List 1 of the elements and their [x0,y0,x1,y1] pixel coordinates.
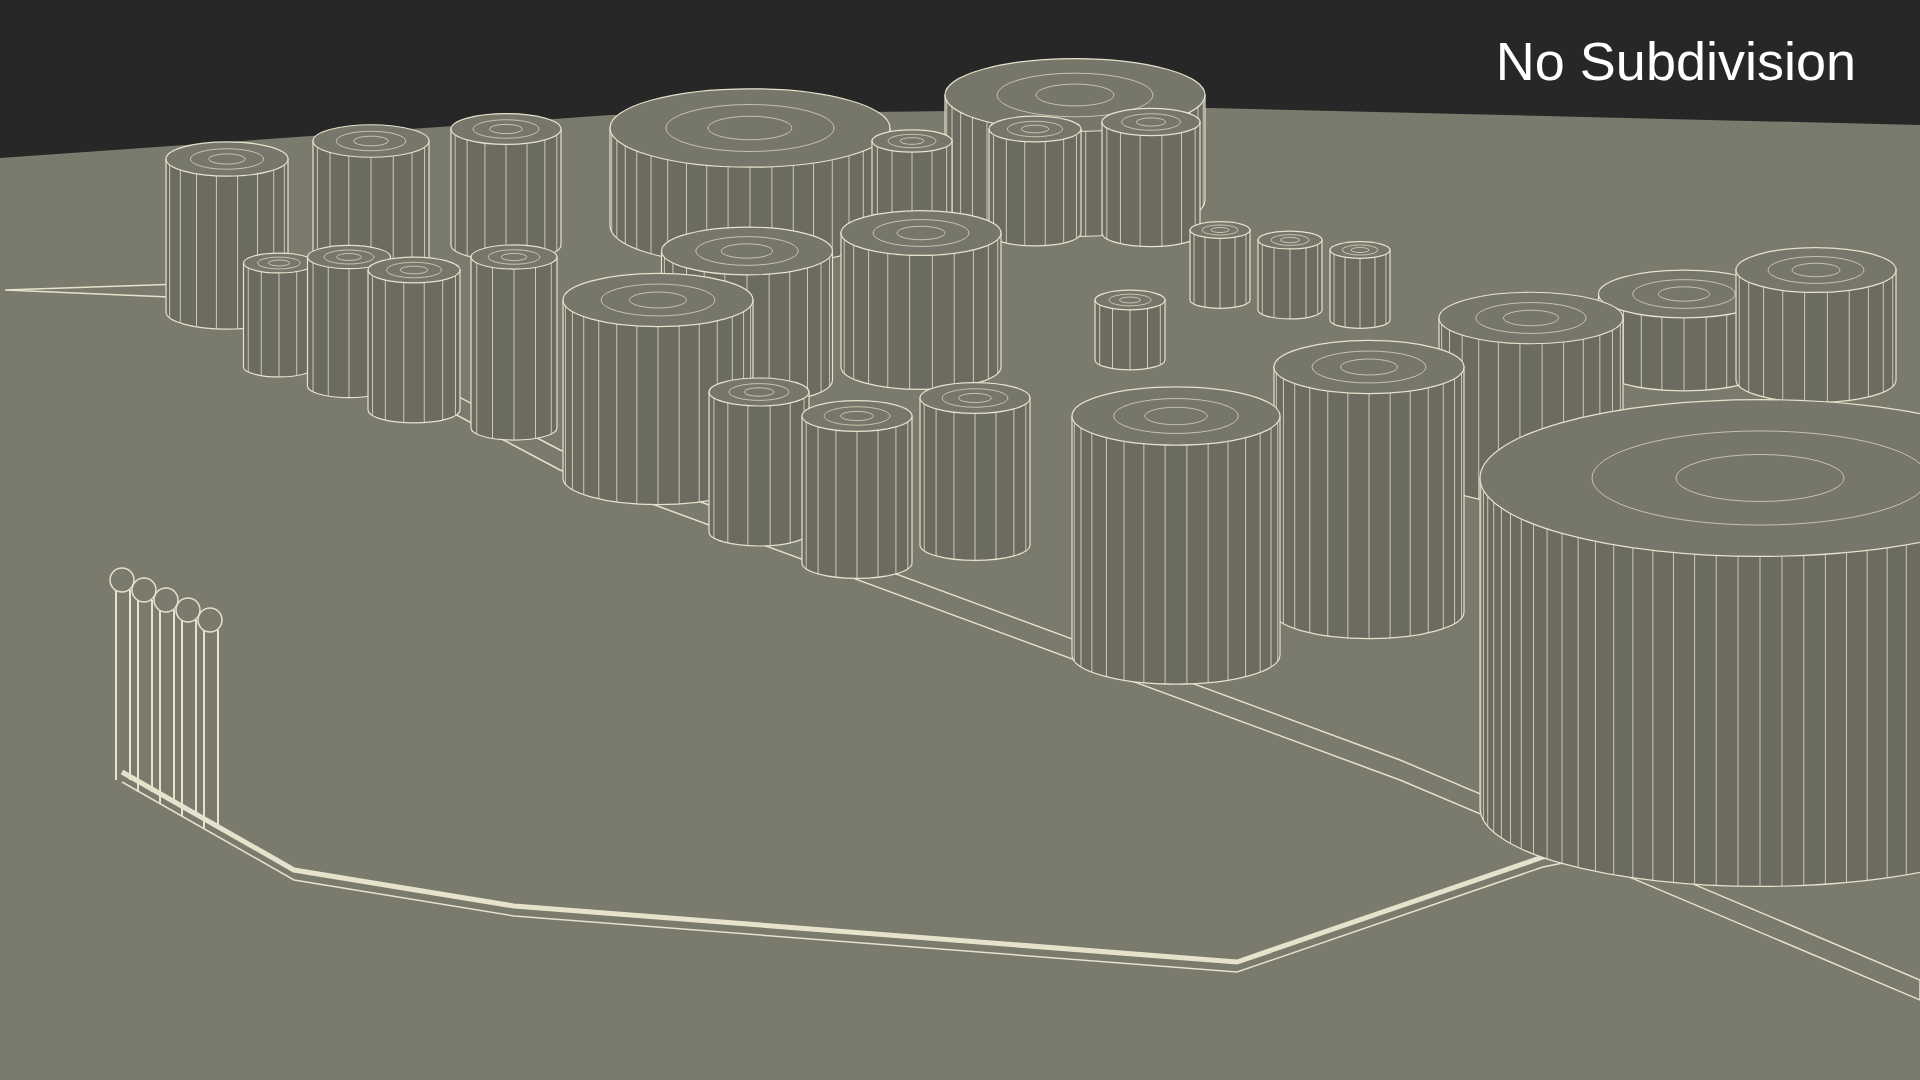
caption-label: No Subdivision [1495,34,1856,88]
